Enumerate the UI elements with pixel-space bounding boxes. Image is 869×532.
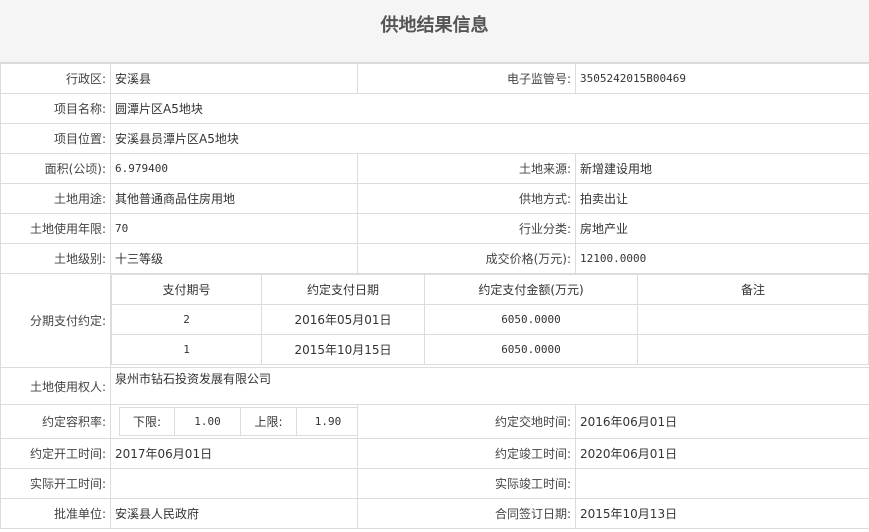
district-value: 安溪县 bbox=[110, 63, 358, 94]
monitor-no-value: 3505242015B00469 bbox=[575, 63, 869, 94]
monitor-no-label: 电子监管号: bbox=[357, 63, 576, 94]
far-cell: 下限: 1.00 上限: 1.90 bbox=[110, 404, 360, 439]
project-location-label: 项目位置: bbox=[0, 123, 111, 154]
installments-header-amount: 约定支付金额(万元) bbox=[424, 274, 638, 305]
far-upper-value: 1.90 bbox=[296, 407, 360, 436]
deal-price-value: 12100.0000 bbox=[575, 243, 869, 274]
contract-date-value: 2015年10月13日 bbox=[575, 498, 869, 529]
row-project-location: 项目位置: 安溪县员潭片区A5地块 bbox=[0, 123, 869, 154]
contract-date-label: 合同签订日期: bbox=[357, 498, 576, 529]
row-land-use: 土地用途: 其他普通商品住房用地 供地方式: 拍卖出让 bbox=[0, 183, 869, 214]
installments-header-period: 支付期号 bbox=[111, 274, 262, 305]
row-far: 约定容积率: 下限: 1.00 上限: 1.90 约定交地时间: 2016年06… bbox=[0, 404, 869, 439]
supply-method-value: 拍卖出让 bbox=[575, 183, 869, 214]
deal-price-label: 成交价格(万元): bbox=[357, 243, 576, 274]
installment-note bbox=[637, 334, 869, 365]
installments-header-date: 约定支付日期 bbox=[261, 274, 425, 305]
row-project-name: 项目名称: 圆潭片区A5地块 bbox=[0, 93, 869, 124]
table-row: 2 2016年05月01日 6050.0000 bbox=[111, 304, 869, 335]
land-use-label: 土地用途: bbox=[0, 183, 111, 214]
installments-cell: 支付期号 约定支付日期 约定支付金额(万元) 备注 2 2016年05月01日 … bbox=[110, 273, 869, 368]
land-use-value: 其他普通商品住房用地 bbox=[110, 183, 358, 214]
row-use-term: 土地使用年限: 70 行业分类: 房地产业 bbox=[0, 213, 869, 244]
installments-header-row: 支付期号 约定支付日期 约定支付金额(万元) 备注 bbox=[111, 274, 869, 305]
project-name-label: 项目名称: bbox=[0, 93, 111, 124]
actual-complete-value bbox=[575, 468, 869, 499]
installment-note bbox=[637, 304, 869, 335]
row-start-date: 约定开工时间: 2017年06月01日 约定竣工时间: 2020年06月01日 bbox=[0, 438, 869, 469]
far-upper-label: 上限: bbox=[240, 407, 297, 436]
installment-date: 2015年10月15日 bbox=[261, 334, 425, 365]
delivery-date-label: 约定交地时间: bbox=[357, 404, 576, 439]
land-user-label: 土地使用权人: bbox=[0, 367, 111, 405]
area-value: 6.979400 bbox=[110, 153, 358, 184]
row-district: 行政区: 安溪县 电子监管号: 3505242015B00469 bbox=[0, 63, 869, 94]
industry-label: 行业分类: bbox=[357, 213, 576, 244]
installments-header-note: 备注 bbox=[637, 274, 869, 305]
far-row: 下限: 1.00 上限: 1.90 bbox=[119, 407, 360, 436]
land-supply-table: 行政区: 安溪县 电子监管号: 3505242015B00469 项目名称: 圆… bbox=[0, 63, 869, 529]
installment-date: 2016年05月01日 bbox=[261, 304, 425, 335]
delivery-date-value: 2016年06月01日 bbox=[575, 404, 869, 439]
actual-start-value bbox=[110, 468, 358, 499]
row-actual-start: 实际开工时间: 实际竣工时间: bbox=[0, 468, 869, 499]
installment-period: 2 bbox=[111, 304, 262, 335]
row-approver: 批准单位: 安溪县人民政府 合同签订日期: 2015年10月13日 bbox=[0, 498, 869, 529]
land-source-label: 土地来源: bbox=[357, 153, 576, 184]
land-user-value: 泉州市钻石投资发展有限公司 bbox=[110, 367, 869, 405]
use-term-value: 70 bbox=[110, 213, 358, 244]
approver-value: 安溪县人民政府 bbox=[110, 498, 358, 529]
row-land-user: 土地使用权人: 泉州市钻石投资发展有限公司 bbox=[0, 367, 869, 405]
row-area: 面积(公顷): 6.979400 土地来源: 新增建设用地 bbox=[0, 153, 869, 184]
start-date-label: 约定开工时间: bbox=[0, 438, 111, 469]
installments-table: 支付期号 约定支付日期 约定支付金额(万元) 备注 2 2016年05月01日 … bbox=[111, 274, 869, 365]
installment-amount: 6050.0000 bbox=[424, 334, 638, 365]
complete-date-label: 约定竣工时间: bbox=[357, 438, 576, 469]
supply-method-label: 供地方式: bbox=[357, 183, 576, 214]
far-table: 下限: 1.00 上限: 1.90 bbox=[119, 407, 360, 436]
use-term-label: 土地使用年限: bbox=[0, 213, 111, 244]
actual-start-label: 实际开工时间: bbox=[0, 468, 111, 499]
approver-label: 批准单位: bbox=[0, 498, 111, 529]
row-land-grade: 土地级别: 十三等级 成交价格(万元): 12100.0000 bbox=[0, 243, 869, 274]
complete-date-value: 2020年06月01日 bbox=[575, 438, 869, 469]
table-row: 1 2015年10月15日 6050.0000 bbox=[111, 334, 869, 365]
project-location-value: 安溪县员潭片区A5地块 bbox=[110, 123, 869, 154]
land-grade-label: 土地级别: bbox=[0, 243, 111, 274]
project-name-value: 圆潭片区A5地块 bbox=[110, 93, 869, 124]
land-source-value: 新增建设用地 bbox=[575, 153, 869, 184]
start-date-value: 2017年06月01日 bbox=[110, 438, 358, 469]
far-label: 约定容积率: bbox=[0, 404, 111, 439]
row-installments: 分期支付约定: 支付期号 约定支付日期 约定支付金额(万元) 备注 2 2016… bbox=[0, 273, 869, 368]
land-grade-value: 十三等级 bbox=[110, 243, 358, 274]
installments-label: 分期支付约定: bbox=[0, 273, 111, 368]
far-lower-value: 1.00 bbox=[174, 407, 241, 436]
far-lower-label: 下限: bbox=[119, 407, 175, 436]
area-label: 面积(公顷): bbox=[0, 153, 111, 184]
page-title: 供地结果信息 bbox=[0, 0, 869, 63]
industry-value: 房地产业 bbox=[575, 213, 869, 244]
district-label: 行政区: bbox=[0, 63, 111, 94]
installment-amount: 6050.0000 bbox=[424, 304, 638, 335]
actual-complete-label: 实际竣工时间: bbox=[357, 468, 576, 499]
installment-period: 1 bbox=[111, 334, 262, 365]
